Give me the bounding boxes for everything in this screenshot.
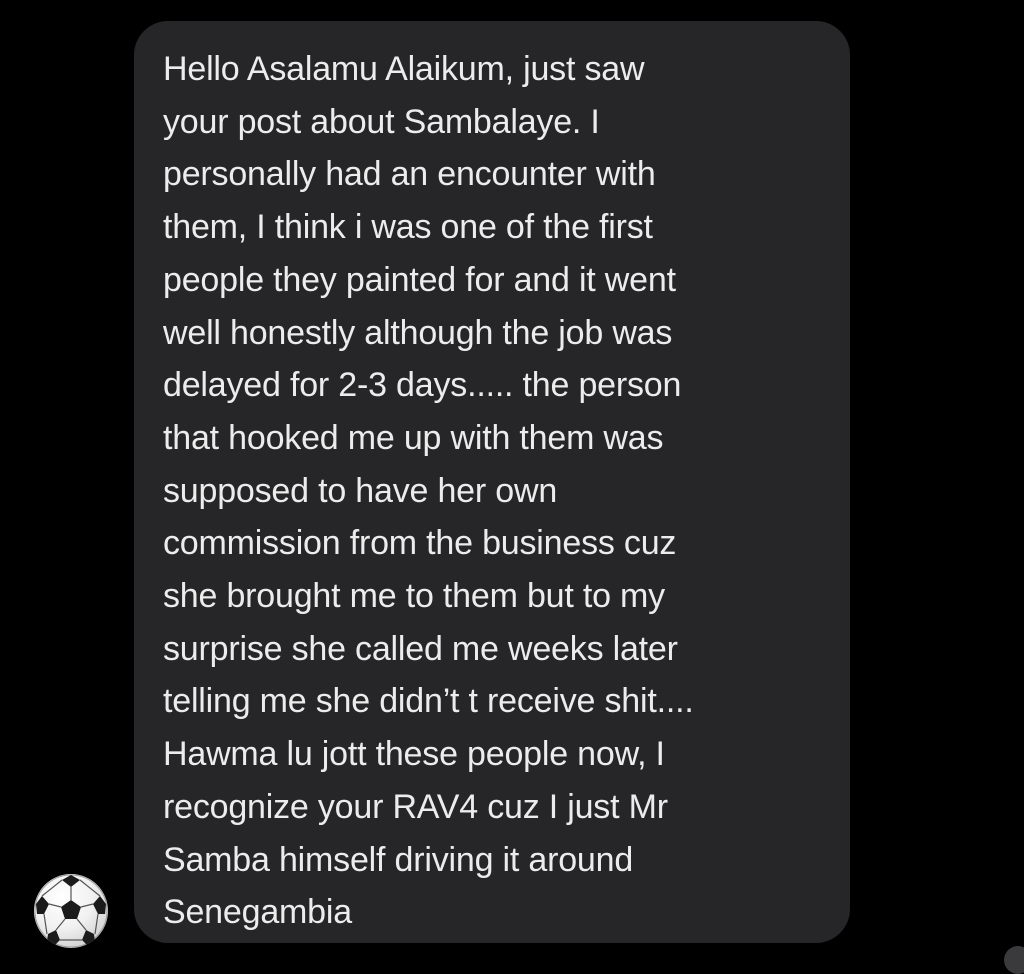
message-line: personally had an encounter with (163, 155, 656, 194)
message-line: recognize your RAV4 cuz I just Mr (163, 787, 668, 826)
message-line: telling me she didn’t t receive shit.... (163, 682, 694, 721)
partial-reaction-indicator (1004, 946, 1024, 974)
message-line: Hello Asalamu Alaikum, just saw (163, 50, 645, 88)
message-line: surprise she called me weeks later (163, 629, 678, 668)
message-line: Hawma lu jott these people now, I (163, 735, 665, 774)
message-line: that hooked me up with them was (163, 418, 664, 457)
incoming-message-row: Hello Asalamu Alaikum, just saw your pos… (0, 0, 1024, 974)
sender-avatar[interactable] (34, 874, 108, 948)
message-line: she brought me to them but to my (163, 577, 665, 616)
message-line: them, I think i was one of the first (163, 208, 653, 247)
message-line: your post about Sambalaye. I (163, 102, 600, 141)
message-line: delayed for 2-3 days..... the person (163, 366, 682, 405)
message-line: Senegambia (163, 893, 352, 932)
soccer-ball-icon (34, 874, 108, 948)
message-line: well honestly although the job was (163, 313, 673, 352)
incoming-message-bubble[interactable]: Hello Asalamu Alaikum, just saw your pos… (134, 21, 850, 943)
message-line: Samba himself driving it around (163, 840, 634, 879)
message-line: commission from the business cuz (163, 524, 677, 563)
message-line: people they painted for and it went (163, 260, 676, 299)
message-line: supposed to have her own (163, 471, 558, 510)
